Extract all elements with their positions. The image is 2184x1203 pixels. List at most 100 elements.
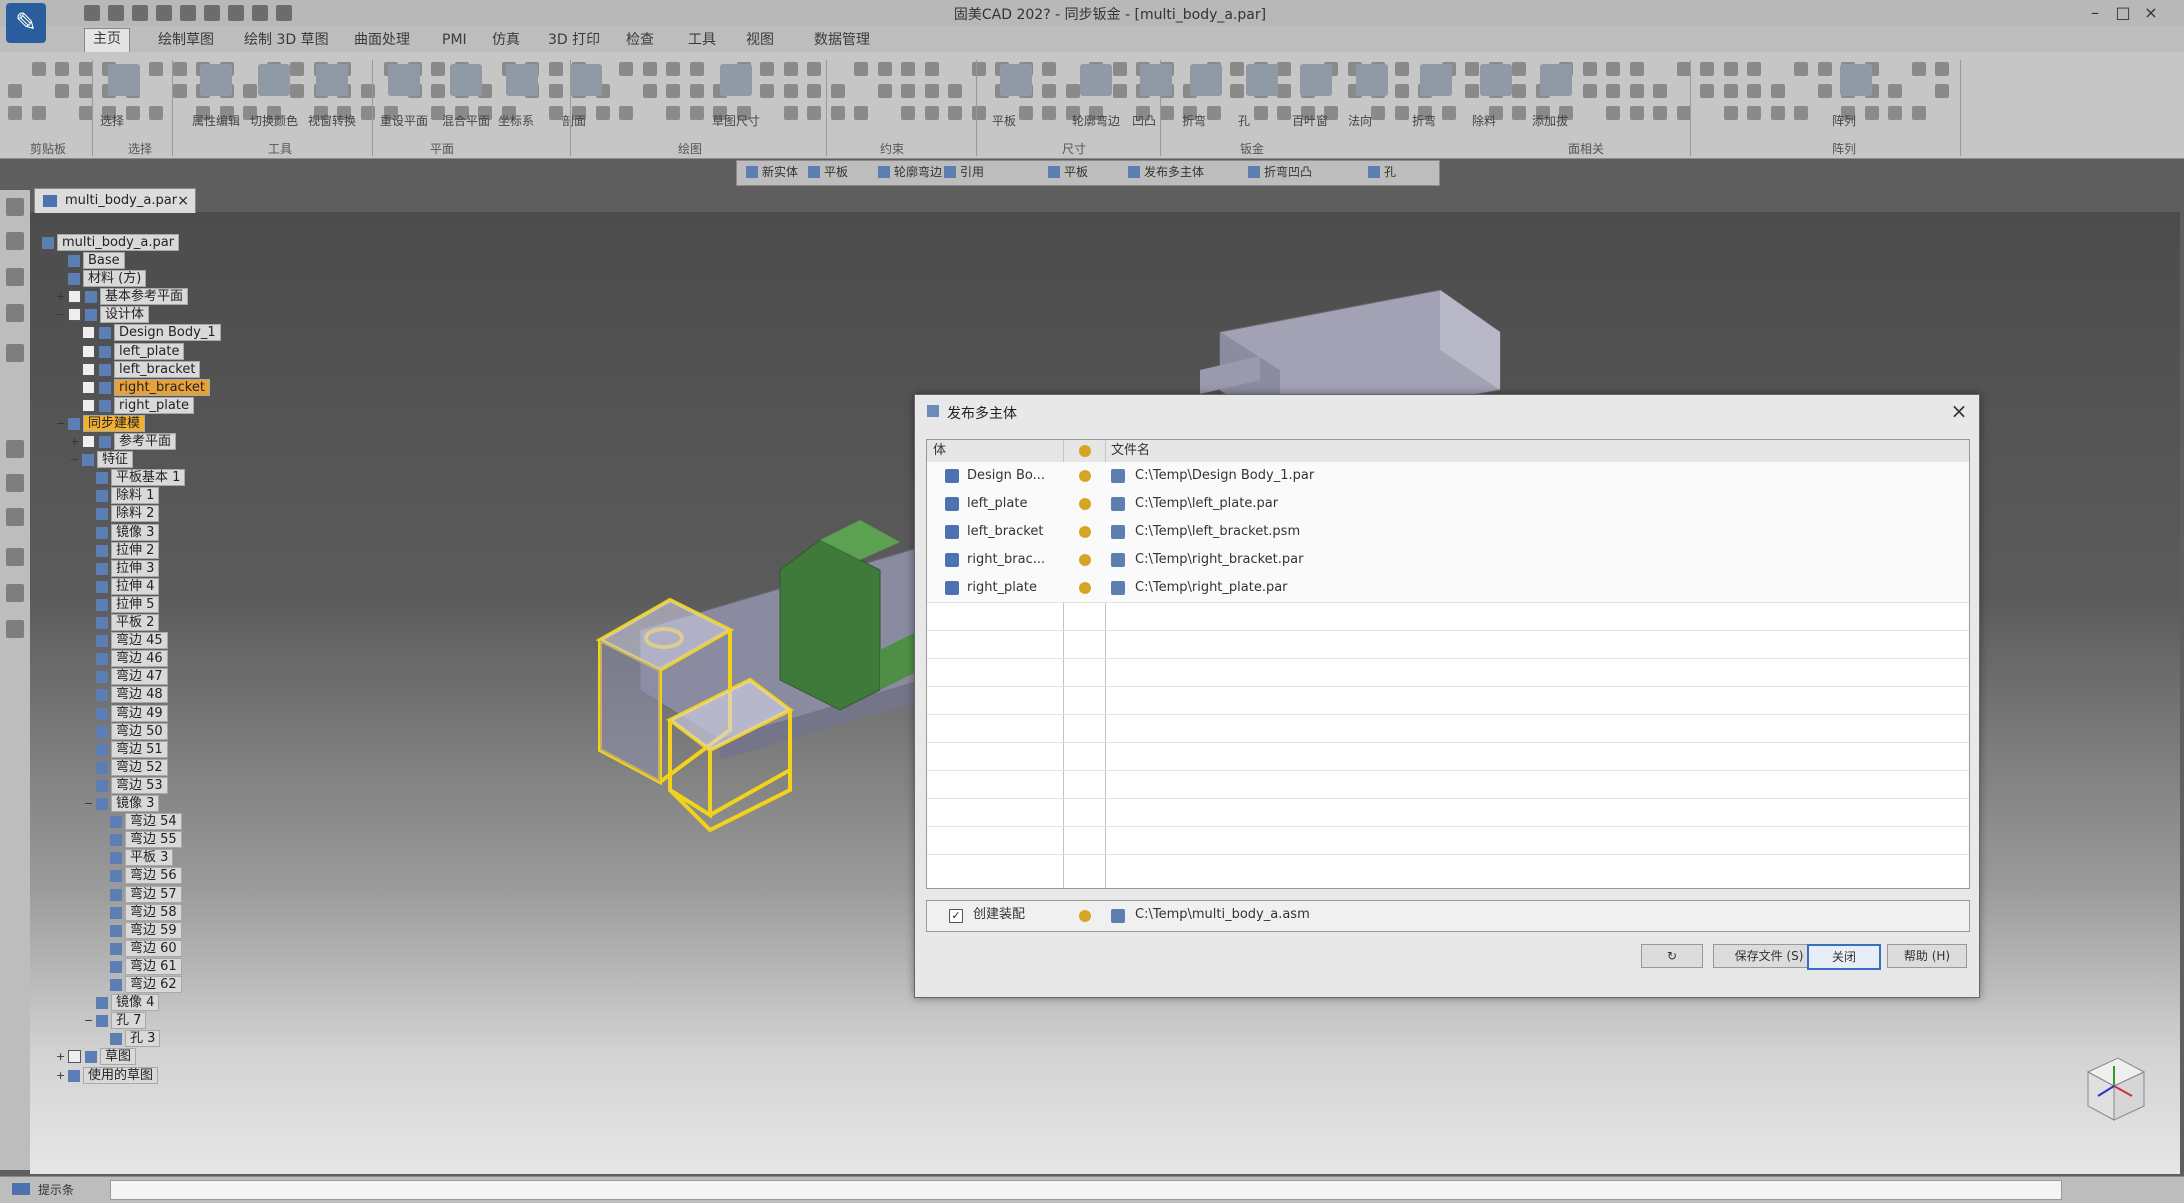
ribbon-big-icon[interactable] [108,64,140,96]
ribbon-tool-icon[interactable] [549,106,563,120]
file-path[interactable]: C:\Temp\left_plate.par [1135,490,1278,518]
tree-node[interactable]: + 草图 [56,1048,137,1066]
menu-tab-5[interactable]: 仿真 [484,30,528,50]
ribbon-tool-icon[interactable] [1653,106,1667,120]
ribbon-tool-icon[interactable] [1606,84,1620,98]
tree-node[interactable]: 弯边 51 [84,741,168,759]
tree-expand-toggle[interactable]: − [70,451,80,469]
ribbon-tool-icon[interactable] [925,84,939,98]
command-bar-item[interactable]: 孔 [1384,163,1396,180]
ribbon-tool-icon[interactable] [1230,84,1244,98]
maximize-button[interactable]: □ [2112,2,2134,24]
menu-tab-2[interactable]: 绘制 3D 草图 [236,30,337,50]
customize-icon[interactable] [276,5,292,21]
tree-expand-toggle[interactable]: − [84,795,94,813]
ribbon-tool-icon[interactable] [1395,62,1409,76]
ribbon-tool-icon[interactable] [1677,106,1691,120]
ribbon-tool-icon[interactable] [1794,62,1808,76]
tree-node[interactable]: 拉伸 2 [84,542,160,560]
tree-node[interactable]: right_plate [70,397,194,415]
ribbon-tool-icon[interactable] [1747,62,1761,76]
ribbon-tool-icon[interactable] [1160,106,1174,120]
command-bar-item[interactable]: 发布多主体 [1144,163,1204,180]
tree-visibility-checkbox[interactable] [82,399,95,412]
ribbon-tool-icon[interactable] [784,84,798,98]
ribbon-tool-icon[interactable] [1019,106,1033,120]
ribbon-tool-icon[interactable] [1465,62,1479,76]
menu-tab-3[interactable]: 曲面处理 [346,30,418,50]
ribbon-tool-icon[interactable] [79,62,93,76]
ribbon-tool-icon[interactable] [1371,106,1385,120]
close-window-button[interactable]: × [2140,2,2162,24]
ribbon-tool-icon[interactable] [760,62,774,76]
tree-node[interactable]: 弯边 55 [98,831,182,849]
ribbon-big-icon[interactable] [1300,64,1332,96]
ribbon-tool-icon[interactable] [1888,106,1902,120]
tree-node[interactable]: 弯边 57 [98,886,182,904]
ribbon-tool-icon[interactable] [1066,84,1080,98]
tree-expand-toggle[interactable]: − [84,1012,94,1030]
ribbon-tool-icon[interactable] [948,106,962,120]
ribbon-big-icon[interactable] [1480,64,1512,96]
ribbon-tool-icon[interactable] [1935,84,1949,98]
ribbon-tool-icon[interactable] [831,84,845,98]
ribbon-tool-icon[interactable] [1724,106,1738,120]
ribbon-tool-icon[interactable] [948,84,962,98]
close-button[interactable]: 关闭 [1807,944,1881,970]
command-bar-item[interactable]: 新实体 [762,163,798,180]
ribbon-tool-icon[interactable] [431,84,445,98]
menu-tab-8[interactable]: 工具 [680,30,724,50]
ribbon-tool-icon[interactable] [878,84,892,98]
menu-tab-7[interactable]: 检查 [618,30,662,50]
ribbon-big-icon[interactable] [388,64,420,96]
ribbon-tool-icon[interactable] [972,62,986,76]
ribbon-tool-icon[interactable] [1912,106,1926,120]
ribbon-tool-icon[interactable] [1724,62,1738,76]
ribbon-tool-icon[interactable] [1818,62,1832,76]
ribbon-tool-icon[interactable] [901,62,915,76]
ribbon-tool-icon[interactable] [79,84,93,98]
tree-node[interactable]: 弯边 62 [98,976,182,994]
ribbon-tool-icon[interactable] [1512,106,1526,120]
ribbon-tool-icon[interactable] [1277,84,1291,98]
tree-node[interactable]: Base [56,252,125,270]
ribbon-big-icon[interactable] [316,64,348,96]
tree-node[interactable]: left_plate [70,343,185,361]
tree-node[interactable]: 镜像 4 [84,994,160,1012]
ribbon-tool-icon[interactable] [1606,106,1620,120]
tree-node[interactable]: − 镜像 3 [84,795,160,813]
tree-node[interactable]: 除料 1 [84,487,160,505]
ribbon-tool-icon[interactable] [243,84,257,98]
tree-node[interactable]: 弯边 50 [84,723,168,741]
ribbon-tool-icon[interactable] [1630,106,1644,120]
app-logo-icon[interactable]: ✎ [6,3,46,43]
ribbon-tool-icon[interactable] [1113,62,1127,76]
tree-node[interactable]: + 使用的草图 [56,1067,159,1085]
command-bar-icon[interactable] [1048,166,1060,178]
tree-node[interactable]: left_bracket [70,361,201,379]
ribbon-tool-icon[interactable] [1442,106,1456,120]
open-file-icon[interactable] [108,5,124,21]
tree-expand-toggle[interactable]: + [56,288,66,306]
tree-node[interactable]: right_bracket [70,379,210,397]
save-icon[interactable] [156,5,172,21]
ribbon-tool-icon[interactable] [126,106,140,120]
left-toolbar-icon[interactable] [6,620,24,638]
ribbon-tool-icon[interactable] [32,62,46,76]
command-bar-item[interactable]: 轮廓弯边 [894,163,942,180]
new-file-icon[interactable] [84,5,100,21]
ribbon-big-icon[interactable] [720,64,752,96]
ribbon-tool-icon[interactable] [666,62,680,76]
ribbon-tool-icon[interactable] [784,106,798,120]
ribbon-tool-icon[interactable] [1512,84,1526,98]
print-icon[interactable] [204,5,220,21]
tree-node[interactable]: 弯边 53 [84,777,168,795]
ribbon-tool-icon[interactable] [901,106,915,120]
ribbon-tool-icon[interactable] [1630,62,1644,76]
command-bar-icon[interactable] [1128,166,1140,178]
command-bar-icon[interactable] [944,166,956,178]
tree-node[interactable]: 弯边 49 [84,705,168,723]
ribbon-tool-icon[interactable] [55,84,69,98]
ribbon-tool-icon[interactable] [290,84,304,98]
properties-icon[interactable] [228,5,244,21]
